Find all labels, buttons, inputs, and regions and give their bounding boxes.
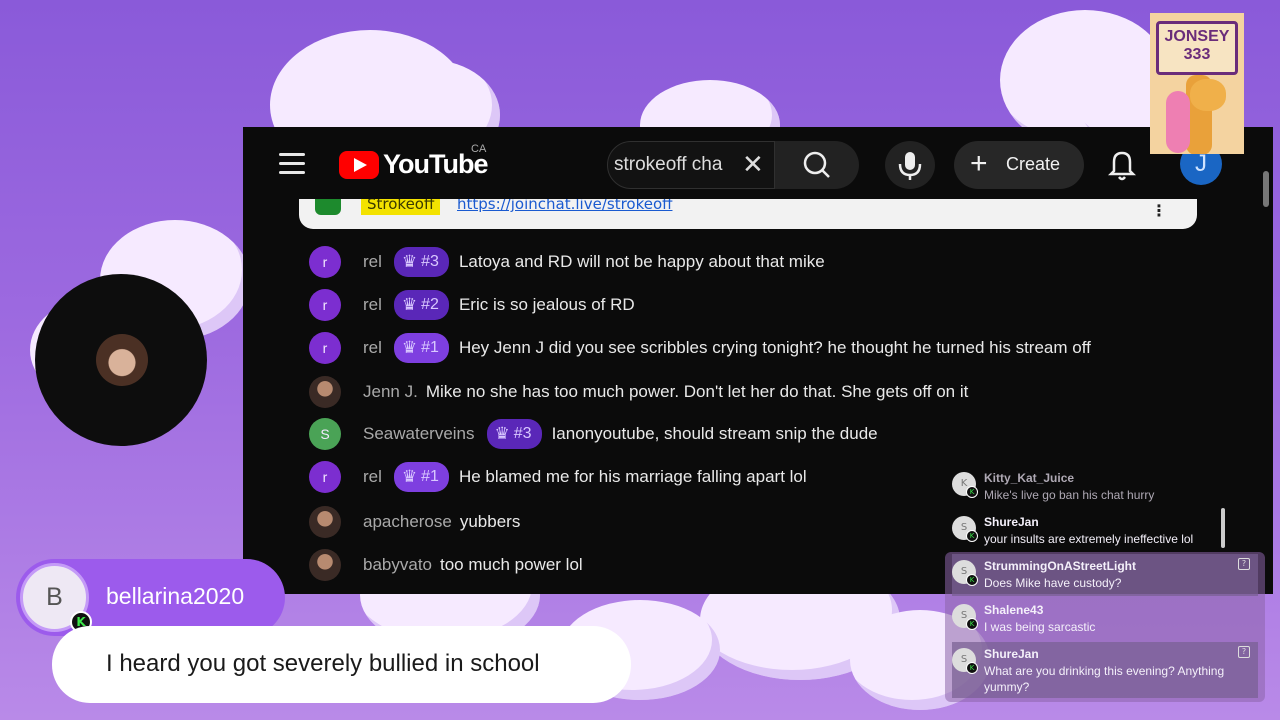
rank-badge: ♛ #1	[393, 462, 449, 492]
chat-message-text: He blamed me for his marriage falling ap…	[458, 467, 807, 486]
search-input[interactable]: strokeoff cha ✕	[607, 141, 775, 189]
kick-username[interactable]: Shalene43	[984, 603, 1043, 617]
chat-message-text: too much power lol	[440, 555, 583, 574]
search-value: strokeoff cha	[614, 154, 723, 175]
giraffe-sticker: JONSEY 333	[1150, 13, 1244, 154]
chat-message[interactable]: Jenn J. Mike no she has too much power. D…	[309, 375, 968, 409]
pinned-avatar	[315, 199, 341, 215]
chat-username[interactable]: Seawaterveins	[363, 424, 475, 444]
rank-label: #3	[421, 253, 439, 270]
kick-message-text: Mike's live go ban his chat hurry	[984, 488, 1155, 502]
crown-icon: ♛	[401, 338, 418, 357]
chat-message-text: yubbers	[459, 512, 521, 531]
crown-icon: ♛	[401, 295, 418, 314]
chat-message[interactable]: r rel ♛ #3 Latoya and RD will not be happy a…	[309, 245, 825, 279]
rank-badge: ♛ #1	[393, 333, 449, 363]
chat-username[interactable]: apacherose	[363, 512, 452, 532]
pinned-message[interactable]: Strokeoff https://joinchat.live/strokeof…	[299, 199, 1197, 229]
kick-chat-message[interactable]: S K StrummingOnAStreetLight Does Mike have …	[952, 554, 1258, 596]
search-icon	[803, 151, 830, 178]
chat-username[interactable]: rel	[363, 252, 382, 272]
kick-badge-icon: K	[966, 618, 978, 630]
rank-label: #1	[421, 339, 439, 356]
create-button[interactable]: + Create	[954, 141, 1084, 189]
avatar[interactable]: r	[309, 246, 341, 278]
youtube-play-icon	[339, 150, 379, 179]
chat-message-text: Latoya and RD will not be happy about th…	[458, 252, 825, 271]
crown-icon: ♛	[401, 467, 418, 486]
rank-badge: ♛ #3	[393, 247, 449, 277]
chat-message-text: Eric is so jealous of RD	[458, 295, 635, 314]
chat-username[interactable]: rel	[363, 338, 382, 358]
close-icon[interactable]: ✕	[742, 150, 764, 180]
crown-icon: ♛	[494, 424, 510, 443]
notifications-button[interactable]	[1105, 145, 1139, 185]
chat-message[interactable]: r rel ♛ #2 Eric is so jealous of RD	[309, 288, 635, 322]
kick-chat-message[interactable]: K K Kitty_Kat_Juice Mike's live go ban his …	[952, 466, 1258, 508]
kick-badge-icon: K	[966, 486, 978, 498]
menu-icon[interactable]	[279, 153, 305, 175]
voice-search-button[interactable]	[885, 141, 935, 189]
rank-label: #2	[421, 296, 439, 313]
microphone-icon	[898, 152, 922, 180]
kick-badge-icon: K	[966, 574, 978, 586]
kick-chat-overlay: K K Kitty_Kat_Juice Mike's live go ban his …	[945, 466, 1265, 702]
search-button[interactable]	[775, 141, 859, 189]
country-code: CA	[471, 143, 487, 155]
chat-message[interactable]: apacherose yubbers	[309, 505, 520, 539]
rank-badge: ♛ #3	[486, 419, 542, 449]
reply-icon[interactable]: ?	[1238, 646, 1250, 658]
crown-icon: ♛	[401, 252, 418, 271]
avatar[interactable]: r	[309, 332, 341, 364]
avatar[interactable]: r	[309, 461, 341, 493]
kick-badge-icon: K	[966, 662, 978, 674]
kick-username[interactable]: ShureJan	[984, 647, 1039, 661]
chat-username[interactable]: Jenn J.	[363, 382, 418, 402]
chat-scrollbar[interactable]	[1221, 508, 1225, 548]
bell-icon	[1107, 151, 1137, 181]
featured-user-pill: B K bellarina2020	[16, 559, 285, 636]
chat-username[interactable]: babyvato	[363, 555, 432, 575]
kick-message-text: What are you drinking this evening? Anyt…	[984, 664, 1225, 694]
chat-message[interactable]: S Seawaterveins ♛ #3 Ianonyoutube, should st…	[309, 417, 878, 451]
kick-badge-icon: K	[966, 530, 978, 542]
kick-chat-message[interactable]: S K Shalene43 I was being sarcastic	[952, 598, 1258, 640]
avatar[interactable]	[309, 549, 341, 581]
chat-username[interactable]: rel	[363, 295, 382, 315]
sticker-sign: JONSEY 333	[1156, 21, 1238, 75]
pinned-author: Strokeoff	[361, 199, 441, 215]
kick-message-text: Does Mike have custody?	[984, 576, 1122, 590]
rank-label: #3	[513, 425, 532, 442]
kick-chat-message[interactable]: S K ShureJan What are you drinking this eve…	[952, 642, 1258, 698]
youtube-logo[interactable]: YouTube CA	[339, 143, 488, 180]
chat-message[interactable]: r rel ♛ #1 He blamed me for his marriage fal…	[309, 460, 807, 494]
chat-message-text: Mike no she has too much power. Don't le…	[425, 382, 969, 401]
featured-username: bellarina2020	[106, 583, 245, 609]
kick-username[interactable]: StrummingOnAStreetLight	[984, 559, 1136, 573]
reply-icon[interactable]: ?	[1238, 558, 1250, 570]
youtube-header: YouTube CA strokeoff cha ✕ + Create J	[243, 127, 1273, 201]
webcam-feed	[96, 334, 148, 386]
chat-username[interactable]: rel	[363, 467, 382, 487]
avatar[interactable]	[309, 506, 341, 538]
kick-username[interactable]: ShureJan	[984, 515, 1039, 529]
avatar[interactable]	[309, 376, 341, 408]
plus-icon: +	[970, 147, 988, 180]
kick-username[interactable]: Kitty_Kat_Juice	[984, 471, 1074, 485]
avatar[interactable]: r	[309, 289, 341, 321]
scrollbar[interactable]	[1263, 171, 1269, 207]
featured-message: I heard you got severely bullied in scho…	[52, 626, 631, 703]
kick-chat-message[interactable]: S K ShureJan your insults are extremely ine…	[952, 510, 1258, 552]
chat-message[interactable]: r rel ♛ #1 Hey Jenn J did you see scribbles …	[309, 331, 1091, 365]
rank-badge: ♛ #2	[393, 290, 449, 320]
chat-message[interactable]: babyvato too much power lol	[309, 548, 583, 582]
chat-message-text: Hey Jenn J did you see scribbles crying …	[458, 338, 1091, 357]
pinned-link[interactable]: https://joinchat.live/strokeoff	[457, 199, 672, 213]
kick-message-text: your insults are extremely ineffective l…	[984, 532, 1194, 546]
avatar[interactable]: S	[309, 418, 341, 450]
rank-label: #1	[421, 468, 439, 485]
chat-message-text: Ianonyoutube, should stream snip the dud…	[551, 424, 878, 443]
more-options-icon[interactable]: ⋮	[1151, 201, 1167, 220]
kick-message-text: I was being sarcastic	[984, 620, 1096, 634]
